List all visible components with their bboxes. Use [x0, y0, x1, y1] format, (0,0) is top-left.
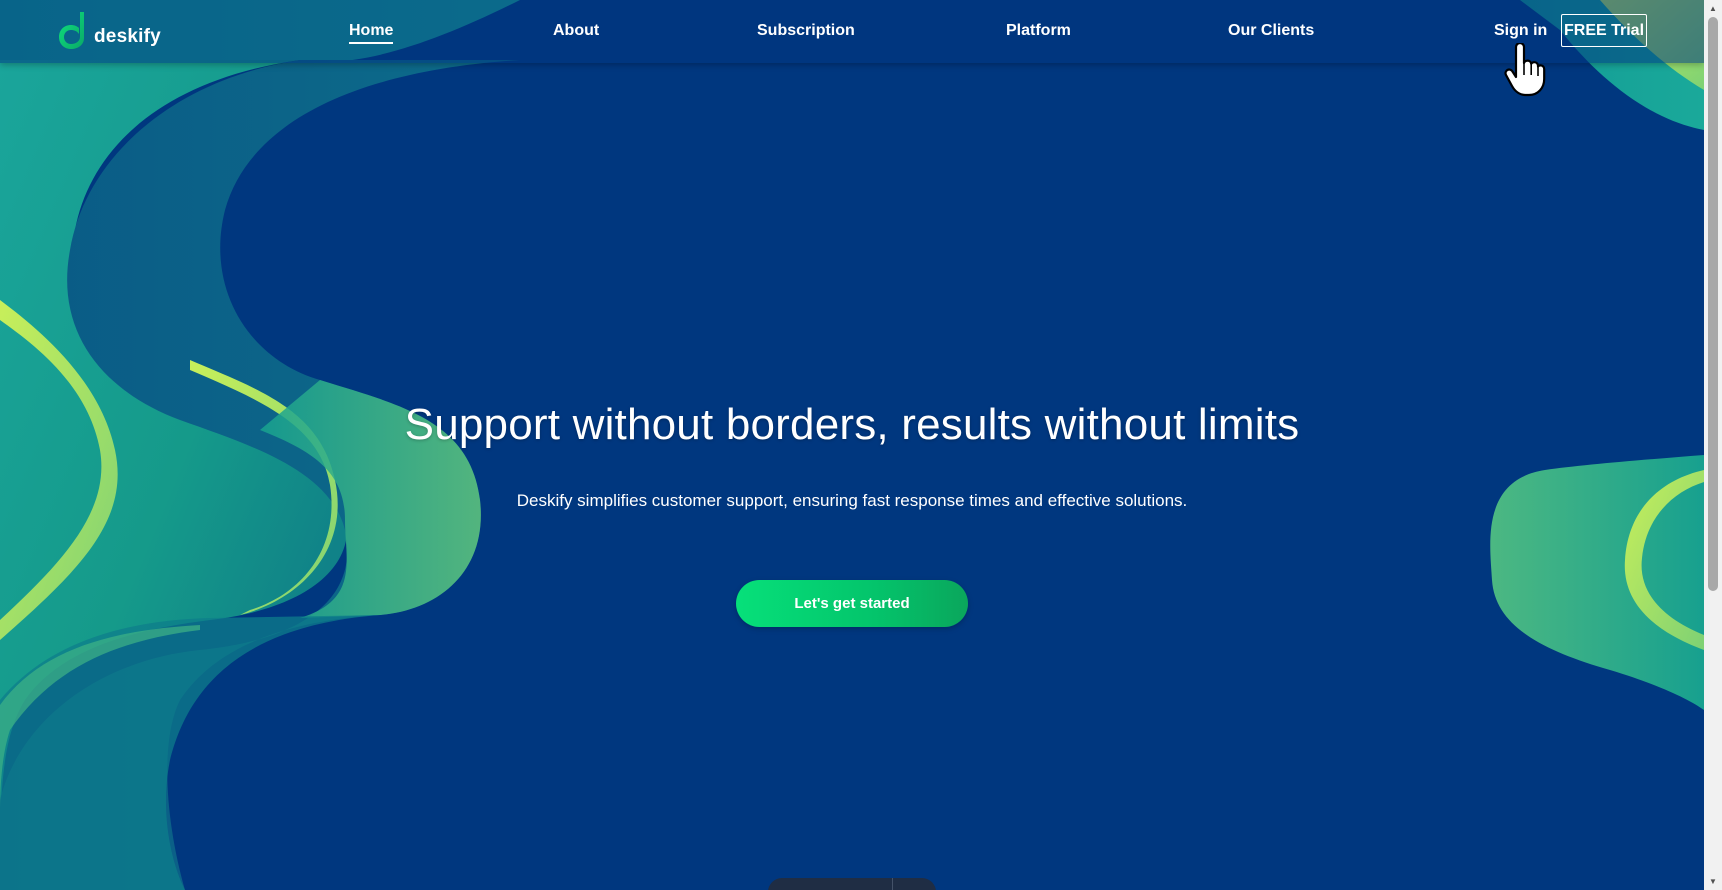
hero-title: Support without borders, results without… [404, 400, 1300, 449]
deskify-logo-icon [59, 12, 84, 49]
nav-subscription[interactable]: Subscription [757, 22, 855, 40]
nav-our-clients[interactable]: Our Clients [1228, 22, 1314, 40]
landing-page: deskify Home About Subscription Platform… [0, 0, 1722, 890]
vertical-scrollbar[interactable]: ▲ ▼ [1704, 0, 1722, 890]
top-navbar: deskify Home About Subscription Platform… [0, 0, 1704, 63]
sign-in-link[interactable]: Sign in [1494, 22, 1547, 40]
nav-home[interactable]: Home [349, 22, 394, 44]
scroll-up-arrow-icon[interactable]: ▲ [1704, 0, 1722, 17]
bottom-toolbar-pill[interactable] [768, 878, 936, 890]
nav-about[interactable]: About [553, 22, 599, 40]
get-started-button[interactable]: Let's get started [736, 580, 968, 627]
pill-divider [892, 878, 893, 890]
hand-pointer-icon [1504, 43, 1546, 97]
scrollbar-thumb[interactable] [1708, 17, 1718, 591]
brand-name: deskify [94, 26, 161, 47]
hero-subtitle: Deskify simplifies customer support, ens… [516, 491, 1188, 510]
free-trial-button[interactable]: FREE Trial [1561, 14, 1647, 47]
deskify-logo[interactable]: deskify [58, 10, 161, 50]
nav-platform[interactable]: Platform [1006, 22, 1071, 40]
scroll-down-arrow-icon[interactable]: ▼ [1704, 873, 1722, 890]
